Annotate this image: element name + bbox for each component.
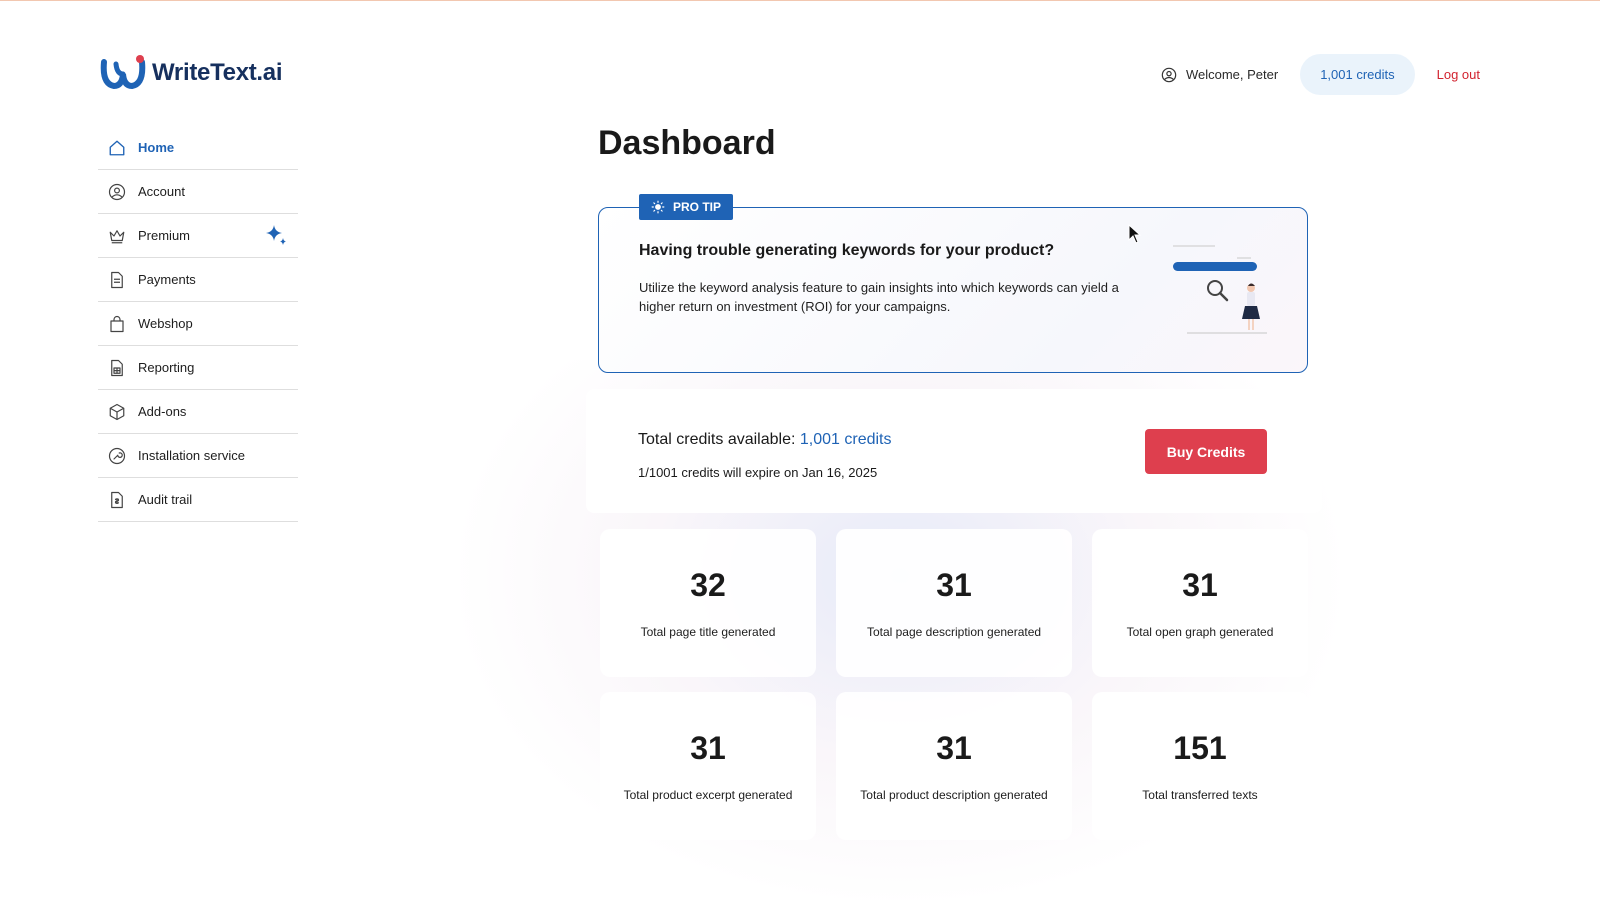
credits-badge[interactable]: 1,001 credits bbox=[1300, 54, 1415, 95]
crown-icon bbox=[108, 227, 126, 245]
keyword-search-illustration bbox=[1173, 245, 1267, 334]
document-icon bbox=[108, 271, 126, 289]
stat-card: 151 Total transferred texts bbox=[1092, 692, 1308, 840]
sidebar-item-label: Payments bbox=[138, 272, 196, 287]
stat-label: Total product excerpt generated bbox=[623, 788, 793, 802]
credits-expire-note: 1/1001 credits will expire on Jan 16, 20… bbox=[638, 465, 878, 480]
user-circle-icon bbox=[108, 183, 126, 201]
credits-available: Total credits available: 1,001 credits bbox=[638, 431, 891, 449]
stat-label: Total page title generated bbox=[640, 625, 776, 639]
sidebar-item-installation-service[interactable]: Installation service bbox=[98, 434, 298, 478]
pro-tip-badge: PRO TIP bbox=[639, 194, 734, 220]
sidebar-item-audit-trail[interactable]: Audit trail bbox=[98, 478, 298, 522]
page-title: Dashboard bbox=[598, 124, 776, 162]
stat-card: 31 Total page description generated bbox=[836, 529, 1072, 677]
mouse-cursor-icon bbox=[1128, 224, 1142, 244]
credits-available-label: Total credits available: bbox=[638, 431, 796, 448]
tip-heading: Having trouble generating keywords for y… bbox=[639, 242, 1055, 259]
logo-text: WriteText.ai bbox=[152, 59, 283, 86]
sidebar-item-add-ons[interactable]: Add-ons bbox=[98, 390, 298, 434]
stat-card: 31 Total product description generated bbox=[836, 692, 1072, 840]
sidebar-item-label: Home bbox=[138, 140, 175, 155]
sidebar-nav: Home Account Premium Payments Webshop Re… bbox=[98, 126, 298, 522]
sidebar-item-label: Account bbox=[138, 184, 185, 199]
buy-credits-button[interactable]: Buy Credits bbox=[1145, 429, 1267, 474]
logo[interactable]: WriteText.ai bbox=[100, 54, 283, 92]
stat-value: 31 bbox=[936, 567, 972, 603]
wrench-icon bbox=[108, 447, 126, 465]
box-icon bbox=[108, 403, 126, 421]
sidebar-item-webshop[interactable]: Webshop bbox=[98, 302, 298, 346]
sidebar-item-account[interactable]: Account bbox=[98, 170, 298, 214]
stat-label: Total transferred texts bbox=[1142, 788, 1258, 802]
lightbulb-icon bbox=[651, 200, 665, 214]
shopping-bag-icon bbox=[108, 315, 126, 333]
stat-value: 31 bbox=[690, 730, 726, 766]
logo-mark-icon bbox=[100, 55, 146, 90]
report-icon bbox=[108, 359, 126, 377]
sidebar-item-home[interactable]: Home bbox=[98, 126, 298, 170]
stat-value: 32 bbox=[690, 567, 726, 603]
audit-icon bbox=[108, 491, 126, 509]
tip-body: Utilize the keyword analysis feature to … bbox=[639, 280, 1119, 314]
pro-tip-card: PRO TIP Having trouble generating keywor… bbox=[598, 194, 1308, 373]
sidebar-item-label: Audit trail bbox=[138, 492, 193, 507]
top-border bbox=[0, 0, 1600, 1]
sidebar-item-label: Premium bbox=[138, 228, 191, 243]
sidebar-item-label: Webshop bbox=[138, 316, 193, 331]
welcome-text: Welcome, Peter bbox=[1185, 67, 1279, 82]
stat-label: Total product description generated bbox=[860, 788, 1048, 802]
welcome-message: Welcome, Peter bbox=[1161, 67, 1278, 83]
header-user-area: Welcome, Peter 1,001 credits Log out bbox=[1161, 54, 1480, 95]
credits-summary-card: Total credits available: 1,001 credits 1… bbox=[586, 389, 1322, 513]
pro-tip-label: PRO TIP bbox=[673, 200, 722, 214]
sidebar-item-reporting[interactable]: Reporting bbox=[98, 346, 298, 390]
stat-card: 32 Total page title generated bbox=[600, 529, 816, 677]
sparkle-icon bbox=[266, 225, 286, 245]
stat-value: 31 bbox=[1182, 567, 1218, 603]
sidebar-item-label: Installation service bbox=[138, 448, 245, 463]
sidebar-item-label: Reporting bbox=[138, 360, 195, 375]
stat-value: 151 bbox=[1173, 730, 1227, 766]
stat-label: Total page description generated bbox=[866, 625, 1042, 639]
sidebar-item-premium[interactable]: Premium bbox=[98, 214, 298, 258]
logout-link[interactable]: Log out bbox=[1437, 67, 1480, 82]
sidebar-item-label: Add-ons bbox=[138, 404, 187, 419]
stat-card: 31 Total open graph generated bbox=[1092, 529, 1308, 677]
sidebar-item-payments[interactable]: Payments bbox=[98, 258, 298, 302]
stat-value: 31 bbox=[936, 730, 972, 766]
stat-label: Total open graph generated bbox=[1126, 625, 1274, 639]
user-circle-icon bbox=[1161, 67, 1177, 82]
credits-available-value: 1,001 credits bbox=[799, 431, 892, 448]
stat-card: 31 Total product excerpt generated bbox=[600, 692, 816, 840]
home-icon bbox=[108, 139, 126, 157]
